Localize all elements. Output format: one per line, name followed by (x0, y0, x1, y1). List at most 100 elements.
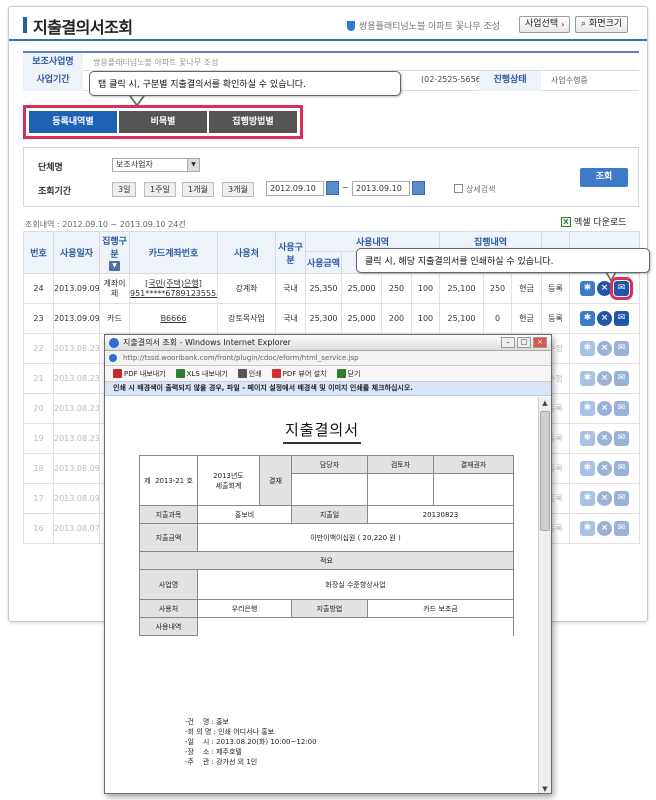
period-3month-button[interactable]: 3개월 (222, 182, 254, 197)
period-label: 조회기간 (38, 187, 72, 197)
doc-vendor-label: 사용처 (139, 599, 198, 618)
print-icon[interactable]: ✉ (614, 371, 629, 386)
settings-gear-icon[interactable]: ✱ (580, 281, 595, 296)
doc-biz-value: 화장실 수준향상사업 (197, 569, 514, 600)
col-use-amount: 사용금액 (305, 251, 342, 274)
scroll-down-icon[interactable]: ▼ (539, 783, 551, 793)
date-from-input[interactable]: 2012.09.10 (266, 181, 324, 196)
delete-icon[interactable]: × (597, 371, 612, 386)
calendar-icon[interactable] (412, 181, 425, 195)
scroll-up-icon[interactable]: ▲ (539, 397, 551, 409)
exit-icon (336, 369, 346, 378)
print-icon[interactable]: ✉ (610, 277, 633, 300)
print-icon[interactable]: ✉ (614, 431, 629, 446)
settings-gear-icon[interactable]: ✱ (580, 461, 595, 476)
cell-date: 2013.08.23 (53, 393, 100, 424)
close-icon[interactable]: × (533, 337, 547, 348)
cell-a6: 250 (483, 273, 512, 304)
tab-exec-method[interactable]: 집행방법별 (209, 111, 297, 133)
delete-icon[interactable]: × (597, 341, 612, 356)
print-button[interactable]: 인쇄 (237, 369, 262, 379)
page-title: 지출결의서조회 (33, 18, 133, 37)
doc-sign-cell (367, 473, 434, 506)
doc-method-value: 카드 보조금 (367, 599, 514, 618)
doc-method-label: 지출방법 (291, 599, 368, 618)
calendar-icon[interactable] (326, 181, 339, 195)
info-phone: (02-2525-5656) (421, 75, 484, 84)
print-icon[interactable]: ✉ (614, 401, 629, 416)
page-icon (109, 354, 117, 362)
delete-icon[interactable]: × (597, 401, 612, 416)
xls-export-button[interactable]: XLS 내보내기 (175, 369, 228, 379)
scroll-thumb[interactable] (540, 411, 550, 531)
period-1week-button[interactable]: 1주일 (144, 182, 176, 197)
col-date[interactable]: 사용일자 (53, 231, 100, 274)
doc-subject-label: 지출과목 (139, 505, 198, 524)
business-select-button[interactable]: 사업선택 › (519, 16, 571, 33)
excel-download-link[interactable]: X 엑셀 다운로드 (561, 215, 627, 228)
cell-actions: ✱ × ✉ (569, 333, 640, 364)
delete-icon[interactable]: × (597, 491, 612, 506)
search-button[interactable]: 조회 (580, 168, 628, 187)
cell-no: 18 (23, 453, 54, 484)
cell-a3: 200 (381, 303, 412, 334)
print-icon[interactable]: ✉ (614, 311, 629, 326)
maximize-icon[interactable]: □ (517, 337, 531, 348)
print-icon[interactable]: ✉ (614, 461, 629, 476)
expense-document-table: 제 2013-21 호 2013년도 세출회계 결재 담당자 검토자 결재권자 지… (139, 455, 514, 636)
detail-search-label: 상세검색 (466, 185, 496, 194)
doc-biz-label: 사업명 (139, 569, 198, 600)
col-exec-type-label: 집행구분 (102, 237, 127, 260)
info-label: 보조사업명 (23, 53, 83, 73)
cell-actions: ✱ × ✉ (569, 303, 640, 334)
date-to-input[interactable]: 2013.09.10 (352, 181, 410, 196)
cell-a3: 250 (381, 273, 412, 304)
cell-no: 19 (23, 423, 54, 454)
pdf-export-button[interactable]: PDF 내보내기 (113, 369, 166, 379)
close-button[interactable]: 닫기 (336, 369, 360, 379)
doc-detail-cell (197, 617, 514, 636)
settings-gear-icon[interactable]: ✱ (580, 371, 595, 386)
period-3day-button[interactable]: 3일 (112, 182, 137, 197)
print-notice: 인쇄 시 배경색이 출력되지 않을 경우, 파일 - 페이지 설정에서 배경색 … (105, 382, 551, 396)
doc-amount-label: 지출금액 (139, 523, 198, 552)
detail-search-checkbox[interactable] (454, 184, 463, 193)
delete-icon[interactable]: × (597, 311, 612, 326)
group-select-value: 보조사업자 (116, 160, 153, 169)
settings-gear-icon[interactable]: ✱ (580, 341, 595, 356)
group-select[interactable]: 보조사업자 ▼ (112, 158, 200, 172)
print-icon[interactable]: ✉ (614, 491, 629, 506)
popup-address-bar[interactable]: http://tssd.wooribank.com/front/plugin/c… (105, 351, 551, 366)
table-row[interactable]: 23 2013.09.09 카드 B6666 강토목사업 국내 25,300 25,000 20… (23, 303, 640, 334)
screen-size-button[interactable]: ⌕ 화면크기 (575, 16, 629, 33)
info-row-name: 보조사업명 쌍용플래티넘노블 아파트 꽃나무 조성 (23, 51, 639, 73)
tab-expense-item[interactable]: 비목별 (119, 111, 207, 133)
settings-gear-icon[interactable]: ✱ (580, 491, 595, 506)
col-no: 번호 (23, 231, 54, 274)
cell-date: 2013.08.09 (53, 483, 100, 514)
delete-icon[interactable]: × (597, 431, 612, 446)
doc-detail-label: 사용내역 (139, 617, 198, 636)
popup-scrollbar[interactable]: ▲ ▼ (538, 397, 551, 793)
delete-icon[interactable]: × (597, 461, 612, 476)
table-row[interactable]: 24 2013.09.09 계좌이체 [국민(주택)은행] 951*****67891… (23, 273, 640, 304)
tab-registration[interactable]: 등록내역별 (29, 111, 117, 133)
cell-method: 현금 (511, 273, 542, 304)
cell-card[interactable]: B6666 (129, 303, 218, 334)
doc-subject-value: 홍보비 (197, 505, 292, 524)
period-1month-button[interactable]: 1개월 (182, 182, 214, 197)
filter-icon[interactable]: ▼ (109, 261, 120, 271)
pdf-viewer-button[interactable]: PDF 뷰어 설치 (271, 369, 327, 379)
project-name: 쌍용플래티넘노블 아파트 꽃나무 조성 (347, 19, 500, 32)
settings-gear-icon[interactable]: ✱ (580, 311, 595, 326)
col-exec-type[interactable]: 집행구분 ▼ (99, 231, 130, 274)
minimize-icon[interactable]: – (501, 337, 515, 348)
print-icon[interactable]: ✉ (614, 341, 629, 356)
delete-icon[interactable]: × (597, 521, 612, 536)
print-icon[interactable]: ✉ (614, 521, 629, 536)
settings-gear-icon[interactable]: ✱ (580, 431, 595, 446)
delete-icon[interactable]: × (597, 281, 612, 296)
cell-no: 20 (23, 393, 54, 424)
settings-gear-icon[interactable]: ✱ (580, 521, 595, 536)
settings-gear-icon[interactable]: ✱ (580, 401, 595, 416)
